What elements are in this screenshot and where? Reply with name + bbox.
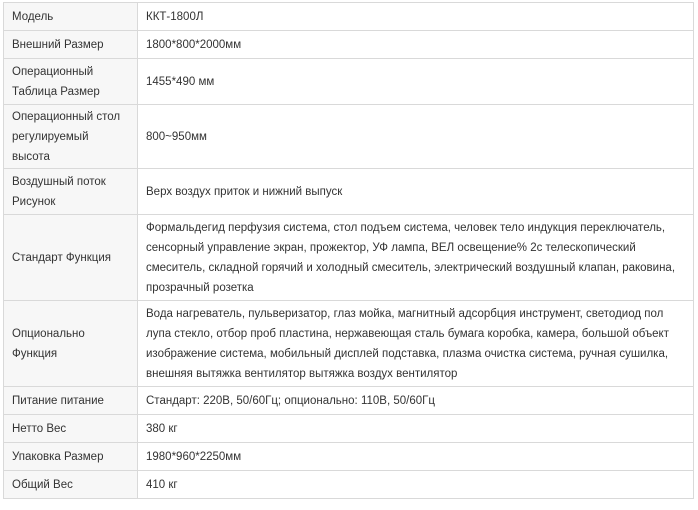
row-label: Стандарт Функция — [3, 214, 138, 301]
row-label: Операционный Таблица Размер — [3, 58, 138, 105]
spec-table: Модель ККТ-1800Л Внешний Размер 1800*800… — [3, 2, 694, 499]
row-value: 800~950мм — [137, 104, 694, 169]
row-value: 380 кг — [137, 414, 694, 443]
row-label: Операционный стол регулируемый высота — [3, 104, 138, 169]
row-value: 1800*800*2000мм — [137, 30, 694, 59]
table-row: Нетто Вес 380 кг — [3, 414, 694, 443]
table-row: Стандарт Функция Формальдегид перфузия с… — [3, 214, 694, 301]
row-label: Модель — [3, 2, 138, 31]
row-label: Нетто Вес — [3, 414, 138, 443]
row-value: Формальдегид перфузия система, стол подъ… — [137, 214, 694, 301]
table-row: Общий Вес 410 кг — [3, 470, 694, 499]
row-label: Внешний Размер — [3, 30, 138, 59]
row-label: Воздушный поток Рисунок — [3, 168, 138, 215]
table-row: Операционный стол регулируемый высота 80… — [3, 104, 694, 169]
row-value: Верх воздух приток и нижний выпуск — [137, 168, 694, 215]
table-row: Упаковка Размер 1980*960*2250мм — [3, 442, 694, 471]
row-label: Упаковка Размер — [3, 442, 138, 471]
table-row: Воздушный поток Рисунок Верх воздух прит… — [3, 168, 694, 215]
row-value: Стандарт: 220В, 50/60Гц; опционально: 11… — [137, 386, 694, 415]
table-row: Операционный Таблица Размер 1455*490 мм — [3, 58, 694, 105]
row-label: Общий Вес — [3, 470, 138, 499]
row-value: 410 кг — [137, 470, 694, 499]
table-row: Опционально Функция Вода нагреватель, пу… — [3, 300, 694, 387]
row-value: ККТ-1800Л — [137, 2, 694, 31]
row-value: 1455*490 мм — [137, 58, 694, 105]
table-row: Модель ККТ-1800Л — [3, 2, 694, 31]
row-label: Питание питание — [3, 386, 138, 415]
row-label: Опционально Функция — [3, 300, 138, 387]
row-value: 1980*960*2250мм — [137, 442, 694, 471]
table-row: Внешний Размер 1800*800*2000мм — [3, 30, 694, 59]
table-row: Питание питание Стандарт: 220В, 50/60Гц;… — [3, 386, 694, 415]
row-value: Вода нагреватель, пульверизатор, глаз мо… — [137, 300, 694, 387]
